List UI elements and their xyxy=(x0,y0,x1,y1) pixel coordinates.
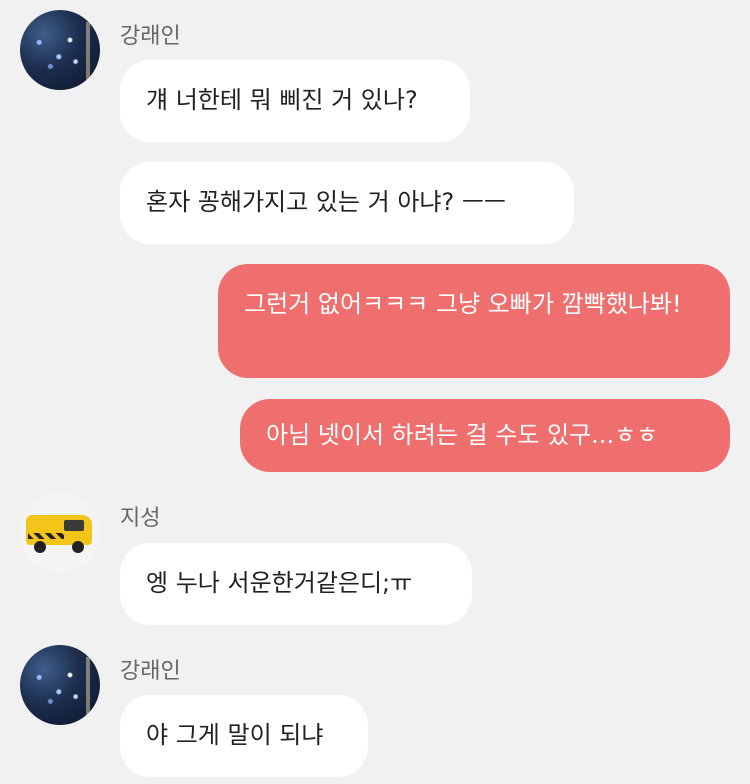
van-image-wheel xyxy=(34,541,46,553)
message-bubble-incoming[interactable]: 혼자 꽁해가지고 있는 거 아냐? ㅡㅡ xyxy=(120,162,574,244)
van-image-wheel xyxy=(72,541,84,553)
message-bubble-outgoing[interactable]: 아님 넷이서 하려는 걸 수도 있구...ㅎㅎ xyxy=(240,399,730,472)
van-image-stripe xyxy=(28,533,64,539)
message-bubble-outgoing[interactable]: 그런거 없어ㅋㅋㅋ 그냥 오빠가 깜빡했나봐! xyxy=(218,264,730,378)
sender-name: 강래인 xyxy=(120,659,181,684)
avatar-kang-raein[interactable] xyxy=(20,10,100,90)
van-image-window xyxy=(64,520,84,531)
sender-name: 지성 xyxy=(120,506,161,531)
sender-name: 강래인 xyxy=(120,24,181,49)
message-bubble-incoming[interactable]: 걔 너한테 뭐 삐진 거 있나? xyxy=(120,60,470,142)
avatar-kang-raein[interactable] xyxy=(20,645,100,725)
message-bubble-incoming[interactable]: 야 그게 말이 되냐 xyxy=(120,695,368,777)
avatar-jisung[interactable] xyxy=(20,493,100,573)
message-bubble-incoming[interactable]: 엥 누나 서운한거같은디;ㅠ xyxy=(120,543,472,625)
